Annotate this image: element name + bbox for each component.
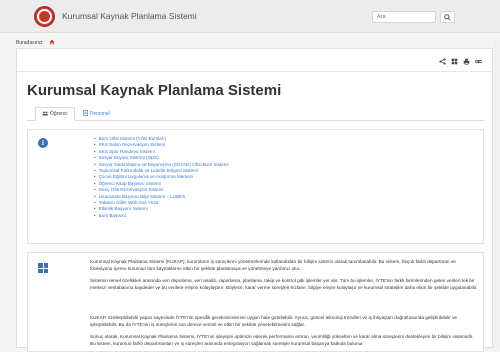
search-input[interactable] xyxy=(372,11,436,23)
home-icon[interactable] xyxy=(49,39,55,47)
list-item[interactable]: Burs Başvuru xyxy=(94,213,229,219)
tab-ogrenci[interactable]: Öğrenci xyxy=(35,107,75,121)
links-panel: i Burs Ofisi Sistemi (YÖK Bursları) SKS … xyxy=(27,129,484,244)
paragraph: Sistemin temel özellikleri arasında veri… xyxy=(90,278,478,290)
page-actions xyxy=(439,58,482,65)
top-navbar: Kurumsal Kaynak Planlama Sistemi xyxy=(0,0,500,33)
institution-logo[interactable] xyxy=(34,6,55,27)
tab-label: Personel xyxy=(90,111,110,117)
users-icon xyxy=(42,111,48,118)
tab-label: Öğrenci xyxy=(50,111,68,117)
document-icon xyxy=(83,110,88,118)
content-card: Kurumsal Kaynak Planlama Sistemi Öğrenci… xyxy=(16,48,493,352)
link-icon[interactable] xyxy=(475,58,482,65)
breadcrumb-label: Buradasınız xyxy=(16,40,43,46)
info-icon: i xyxy=(38,138,48,148)
page-title: Kurumsal Kaynak Planlama Sistemi xyxy=(27,82,282,99)
app-title[interactable]: Kurumsal Kaynak Planlama Sistemi xyxy=(62,11,197,21)
paragraph: KUKAP, özelleştirilebilir yapısı sayesin… xyxy=(90,315,458,327)
scrollbar[interactable] xyxy=(494,40,500,348)
link-list: Burs Ofisi Sistemi (YÖK Bursları) SKS Sa… xyxy=(94,136,229,219)
search-button[interactable] xyxy=(440,11,455,23)
tab-personel[interactable]: Personel xyxy=(77,107,116,121)
description-panel: Kurumsal Kaynak Planlama Sistemi (KUKAP)… xyxy=(27,252,484,352)
share-icon[interactable] xyxy=(439,58,446,65)
divider xyxy=(17,71,492,72)
tab-bar: Öğrenci Personel xyxy=(27,107,484,121)
magnifier-icon xyxy=(444,13,451,21)
breadcrumb: Buradasınız xyxy=(16,38,55,48)
grid-icon[interactable] xyxy=(451,58,458,65)
paragraph: Kurumsal Kaynak Planlama Sistemi (KUKAP)… xyxy=(90,259,456,271)
paragraph: Sonuç olarak, Kurumsal Kaynak Planlama S… xyxy=(90,334,474,346)
print-icon[interactable] xyxy=(463,58,470,65)
dashboard-icon xyxy=(38,263,48,273)
